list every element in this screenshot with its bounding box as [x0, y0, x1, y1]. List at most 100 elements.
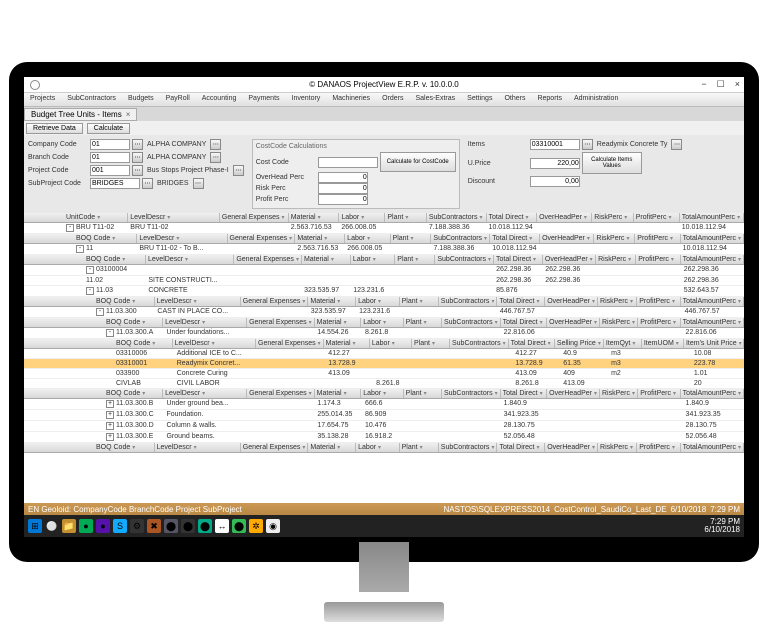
company-lookup2-icon[interactable]: ⋯ [210, 139, 221, 150]
item-lookup-icon[interactable]: ⋯ [582, 139, 593, 150]
profit-input[interactable] [318, 194, 368, 205]
profit-label: Profit Perc [256, 196, 316, 203]
data-grid[interactable]: UnitCode▾ LevelDescr▾ General Expenses▾ … [24, 213, 744, 533]
skype-icon[interactable]: S [113, 519, 127, 533]
costcode-calc-box: CostCode Calculations Cost CodeCalculate… [252, 139, 460, 209]
app-icon [30, 80, 40, 90]
screen: © DANAOS ProjectView E.R.P. v. 10.0.0.0 … [24, 77, 744, 537]
chrome-icon[interactable]: ◉ [266, 519, 280, 533]
expander-icon[interactable]: - [86, 266, 94, 274]
expander-icon[interactable]: + [106, 422, 114, 430]
calculate-button[interactable]: Calculate [87, 123, 130, 134]
app-icon-6[interactable]: ⬤ [181, 519, 195, 533]
calc-costcode-button[interactable]: Calculate for CostCode [380, 152, 456, 172]
expander-icon[interactable]: + [106, 433, 114, 441]
close-button[interactable]: × [735, 79, 740, 90]
app-icon-1[interactable]: ● [79, 519, 93, 533]
risk-input[interactable] [318, 183, 368, 194]
menu-accounting[interactable]: Accounting [196, 93, 243, 106]
menu-salesextras[interactable]: Sales-Extras [409, 93, 461, 106]
menu-inventory[interactable]: Inventory [286, 93, 327, 106]
grid-row[interactable]: -03100004 262.298.36 262.298.36 262.298.… [24, 265, 744, 276]
grid-row[interactable]: +11.03.300.C Foundation. 255.014.35 86.9… [24, 410, 744, 421]
grid-row[interactable]: -11.03.300.A Under foundations... 14.554… [24, 328, 744, 339]
grid-row[interactable]: +11.03.300.B Under ground bea... 1.174.3… [24, 399, 744, 410]
project-lookup2-icon[interactable]: ⋯ [233, 165, 244, 176]
costcode-input[interactable] [318, 157, 378, 168]
app-icon-5[interactable]: ⬤ [164, 519, 178, 533]
item-lookup2-icon[interactable]: ⋯ [671, 139, 682, 150]
app-icon-4[interactable]: ✖ [147, 519, 161, 533]
menu-orders[interactable]: Orders [376, 93, 409, 106]
discount-input[interactable] [530, 176, 580, 187]
menu-projects[interactable]: Projects [24, 93, 61, 106]
project-name: Bus Stops Project Phase-I [145, 167, 231, 174]
status-date: 6/10/2018 [671, 505, 707, 514]
app-icon-9[interactable]: ✲ [249, 519, 263, 533]
grid-row[interactable]: -11.03.300 CAST IN PLACE CO... 323.535.9… [24, 307, 744, 318]
risk-label: Risk Perc [256, 185, 316, 192]
search-icon[interactable]: ⚪ [45, 519, 59, 533]
menu-settings[interactable]: Settings [461, 93, 498, 106]
grid-row[interactable]: +11.03.300.D Column & walls. 17.654.75 1… [24, 421, 744, 432]
overhead-input[interactable] [318, 172, 368, 183]
tab-bar: Budget Tree Units - Items × [24, 107, 744, 121]
grid-item-row[interactable]: 033900 Concrete Curing 413.09 413.09 409… [24, 369, 744, 379]
app-icon-3[interactable]: ⚙ [130, 519, 144, 533]
branch-lookup2-icon[interactable]: ⋯ [210, 152, 221, 163]
grid-item-row[interactable]: 03310006 Additional ICE to C... 412.27 4… [24, 349, 744, 359]
monitor-frame: © DANAOS ProjectView E.R.P. v. 10.0.0.0 … [9, 62, 759, 562]
menu-subcontractors[interactable]: SubContractors [61, 93, 122, 106]
expander-icon[interactable]: - [66, 224, 74, 232]
clock[interactable]: 7:29 PM6/10/2018 [704, 518, 740, 534]
menu-payroll[interactable]: PayRoll [160, 93, 196, 106]
menu-administration[interactable]: Administration [568, 93, 624, 106]
menu-budgets[interactable]: Budgets [122, 93, 160, 106]
start-button[interactable]: ⊞ [28, 519, 42, 533]
teamviewer-icon[interactable]: ↔ [215, 519, 229, 533]
expander-icon[interactable]: - [86, 287, 94, 295]
grid-row[interactable]: +11.03.300.E Ground beams. 35.138.28 16.… [24, 432, 744, 443]
subproject-name: BRIDGES [155, 180, 191, 187]
menu-payments[interactable]: Payments [242, 93, 285, 106]
expander-icon[interactable]: - [106, 329, 114, 337]
branch-code-input[interactable] [90, 152, 130, 163]
window-title: © DANAOS ProjectView E.R.P. v. 10.0.0.0 [309, 80, 459, 89]
subproject-lookup2-icon[interactable]: ⋯ [193, 178, 204, 189]
expander-icon[interactable]: + [106, 400, 114, 408]
maximize-button[interactable]: ☐ [717, 79, 725, 90]
project-code-input[interactable] [90, 165, 130, 176]
expander-icon[interactable]: + [106, 411, 114, 419]
explorer-icon[interactable]: 📁 [62, 519, 76, 533]
toolbar: Retrieve Data Calculate [24, 121, 744, 135]
company-lookup-icon[interactable]: ⋯ [132, 139, 143, 150]
costcalc-title: CostCode Calculations [256, 143, 456, 150]
tab-budget-tree[interactable]: Budget Tree Units - Items × [24, 108, 137, 121]
grid-row[interactable]: -BRU T11-02 BRU T11-02 2.563.716.53 266.… [24, 223, 744, 234]
branch-lookup-icon[interactable]: ⋯ [132, 152, 143, 163]
grid-item-row[interactable]: 03310001 Readymix Concret... 13.728.9 13… [24, 359, 744, 369]
subproject-code-input[interactable] [90, 178, 140, 189]
menu-reports[interactable]: Reports [531, 93, 568, 106]
project-lookup-icon[interactable]: ⋯ [132, 165, 143, 176]
menu-others[interactable]: Others [498, 93, 531, 106]
grid-row[interactable]: 11.02 SITE CONSTRUCTI... 262.298.36 262.… [24, 276, 744, 286]
grid-row[interactable]: -11.03 CONCRETE 323.535.97 123.231.6 85.… [24, 286, 744, 297]
app-icon-2[interactable]: ● [96, 519, 110, 533]
grid-row[interactable]: -11 BRU T11-02 - To B... 2.563.716.53 26… [24, 244, 744, 255]
branch-label: Branch Code [28, 154, 88, 161]
item-code-input[interactable] [530, 139, 580, 150]
app-icon-7[interactable]: ⬤ [198, 519, 212, 533]
expander-icon[interactable]: - [76, 245, 84, 253]
uprice-input[interactable] [530, 158, 580, 169]
menu-machineries[interactable]: Machineries [326, 93, 376, 106]
company-code-input[interactable] [90, 139, 130, 150]
calc-items-button[interactable]: Calculate Items Values [582, 152, 642, 174]
app-icon-8[interactable]: ⬤ [232, 519, 246, 533]
retrieve-button[interactable]: Retrieve Data [26, 123, 83, 134]
subproject-lookup-icon[interactable]: ⋯ [142, 178, 153, 189]
expander-icon[interactable]: - [96, 308, 104, 316]
grid-item-row[interactable]: CIVLAB CIVIL LABOR 8.261.8 8.261.8 413.0… [24, 379, 744, 389]
tab-close-icon[interactable]: × [126, 110, 131, 119]
minimize-button[interactable]: − [701, 79, 706, 90]
